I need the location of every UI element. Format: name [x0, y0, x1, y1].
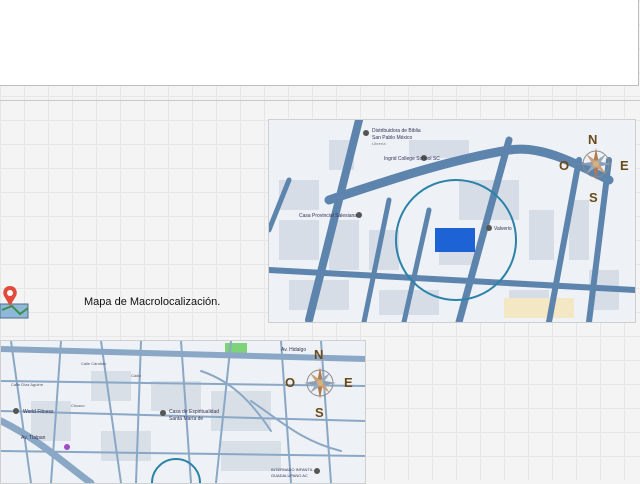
- poi-internado-line1: INTERNADO INFANTIL: [271, 467, 314, 472]
- map-pin-icon: [0, 284, 30, 320]
- header-panel: [0, 0, 639, 86]
- macro-location-map: Av. Hidalgo World Fitness Casa de Espiri…: [0, 340, 366, 484]
- compass-east-label: E: [620, 158, 629, 173]
- street-candido: Calle Cándido: [81, 361, 107, 366]
- poi-casa-espiritualidad-line2: Santa María de: [169, 416, 203, 422]
- compass-west-label-large: O: [285, 375, 295, 390]
- street-tlalpan: Av. Tlalpan: [21, 435, 46, 441]
- street-chusco: Chusco: [71, 403, 85, 408]
- compass-south-label-large: S: [315, 405, 324, 420]
- compass-west-label: O: [559, 158, 569, 173]
- poi-distribuidora-line1: Distribuidora de Biblia: [372, 128, 421, 134]
- street-hidalgo: Av. Hidalgo: [281, 347, 306, 353]
- divider-line: [0, 100, 640, 101]
- poi-casa-espiritualidad-line1: Casa de Espiritualidad: [169, 409, 219, 415]
- poi-internado-line2: GUADALUPANO AC: [271, 473, 308, 478]
- micro-location-map: Distribuidora de Biblia San Pablo México…: [268, 119, 636, 323]
- compass-north-label: N: [588, 132, 597, 147]
- compass-north-label-large: N: [314, 347, 323, 362]
- poi-valverio: Valverio: [494, 226, 512, 232]
- poi-school: Ingrid College School SC: [384, 156, 440, 162]
- compass-south-label: S: [589, 190, 598, 205]
- street-diaz: Calle Díaz Aguirre: [11, 382, 44, 387]
- poi-casa-provincial: Casa Provincial Salesiana: [299, 213, 357, 219]
- poi-distribuidora-line3: Librería: [372, 141, 386, 146]
- figure-caption: Mapa de Macrolocalización.: [84, 296, 221, 308]
- compass-east-label-large: E: [344, 375, 353, 390]
- poi-world-fitness: World Fitness: [23, 409, 54, 415]
- project-site-block: [435, 228, 475, 252]
- street-cadiz: Cádiz: [131, 373, 141, 378]
